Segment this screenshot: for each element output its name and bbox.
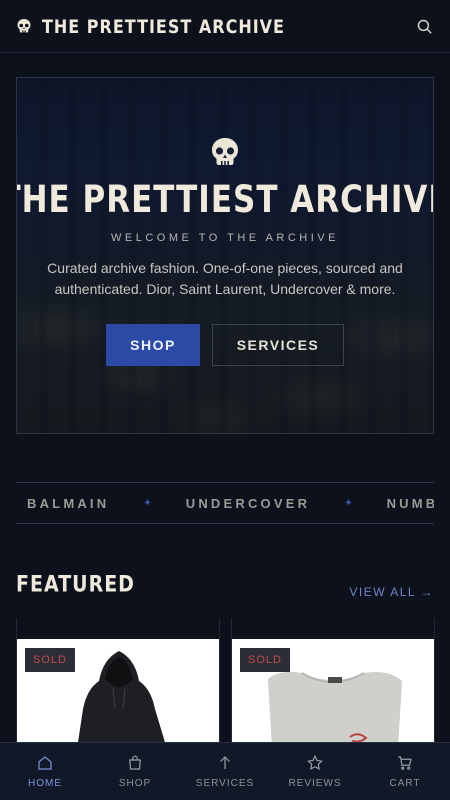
brand-link[interactable]: THE PRETTIEST ARCHIVE bbox=[16, 15, 285, 37]
hero-description: Curated archive fashion. One-of-one piec… bbox=[47, 260, 403, 297]
nav-item-home[interactable]: HOME bbox=[0, 743, 90, 800]
home-icon bbox=[38, 756, 52, 770]
product-card[interactable]: SOLD bbox=[16, 618, 220, 748]
ticker-brand[interactable]: UNDERCOVER bbox=[186, 496, 310, 511]
arrow-up-icon bbox=[220, 756, 230, 769]
ticker-brand[interactable]: BALMAIN bbox=[27, 496, 109, 511]
nav-item-shop[interactable]: SHOP bbox=[90, 743, 180, 800]
hero-banner: THE PRETTIEST ARCHIVE WELCOME TO THE ARC… bbox=[16, 77, 434, 434]
cart-icon bbox=[398, 756, 412, 770]
product-card[interactable]: SOLD bbox=[231, 618, 435, 748]
shop-button[interactable]: SHOP bbox=[106, 324, 200, 366]
brand-title: THE PRETTIEST ARCHIVE bbox=[42, 15, 285, 37]
services-button[interactable]: SERVICES bbox=[212, 324, 344, 366]
sold-badge: SOLD bbox=[25, 648, 75, 672]
nav-item-cart[interactable]: CART bbox=[360, 743, 450, 800]
skull-icon bbox=[17, 19, 31, 33]
search-icon bbox=[417, 19, 432, 34]
nav-item-reviews[interactable]: REVIEWS bbox=[270, 743, 360, 800]
view-all-link[interactable]: VIEW ALL → bbox=[349, 585, 434, 599]
skull-icon bbox=[212, 138, 238, 165]
ticker-brand[interactable]: NUMB bbox=[387, 496, 434, 511]
sparkle-icon: ✦ bbox=[143, 497, 152, 509]
hero-actions: SHOP SERVICES bbox=[106, 324, 344, 366]
sold-badge: SOLD bbox=[240, 648, 290, 672]
bottom-navigation: HOME SHOP SERVICES REVIEWS CART bbox=[0, 742, 450, 800]
nav-item-services[interactable]: SERVICES bbox=[180, 743, 270, 800]
nav-label: REVIEWS bbox=[288, 778, 342, 789]
sparkle-icon: ✦ bbox=[344, 497, 353, 509]
bag-icon bbox=[129, 755, 141, 770]
top-bar: THE PRETTIEST ARCHIVE bbox=[0, 0, 450, 53]
hero-subtitle: WELCOME TO THE ARCHIVE bbox=[111, 232, 339, 244]
star-icon bbox=[307, 754, 323, 771]
hero-title: THE PRETTIEST ARCHIVE bbox=[16, 178, 434, 222]
nav-label: CART bbox=[389, 778, 421, 789]
featured-heading: FEATURED bbox=[16, 572, 135, 598]
nav-label: SHOP bbox=[118, 778, 152, 789]
nav-label: SERVICES bbox=[195, 778, 255, 789]
brand-ticker: BALMAIN ✦ UNDERCOVER ✦ NUMB bbox=[16, 482, 434, 524]
nav-label: HOME bbox=[28, 778, 62, 789]
search-button[interactable] bbox=[414, 16, 434, 36]
